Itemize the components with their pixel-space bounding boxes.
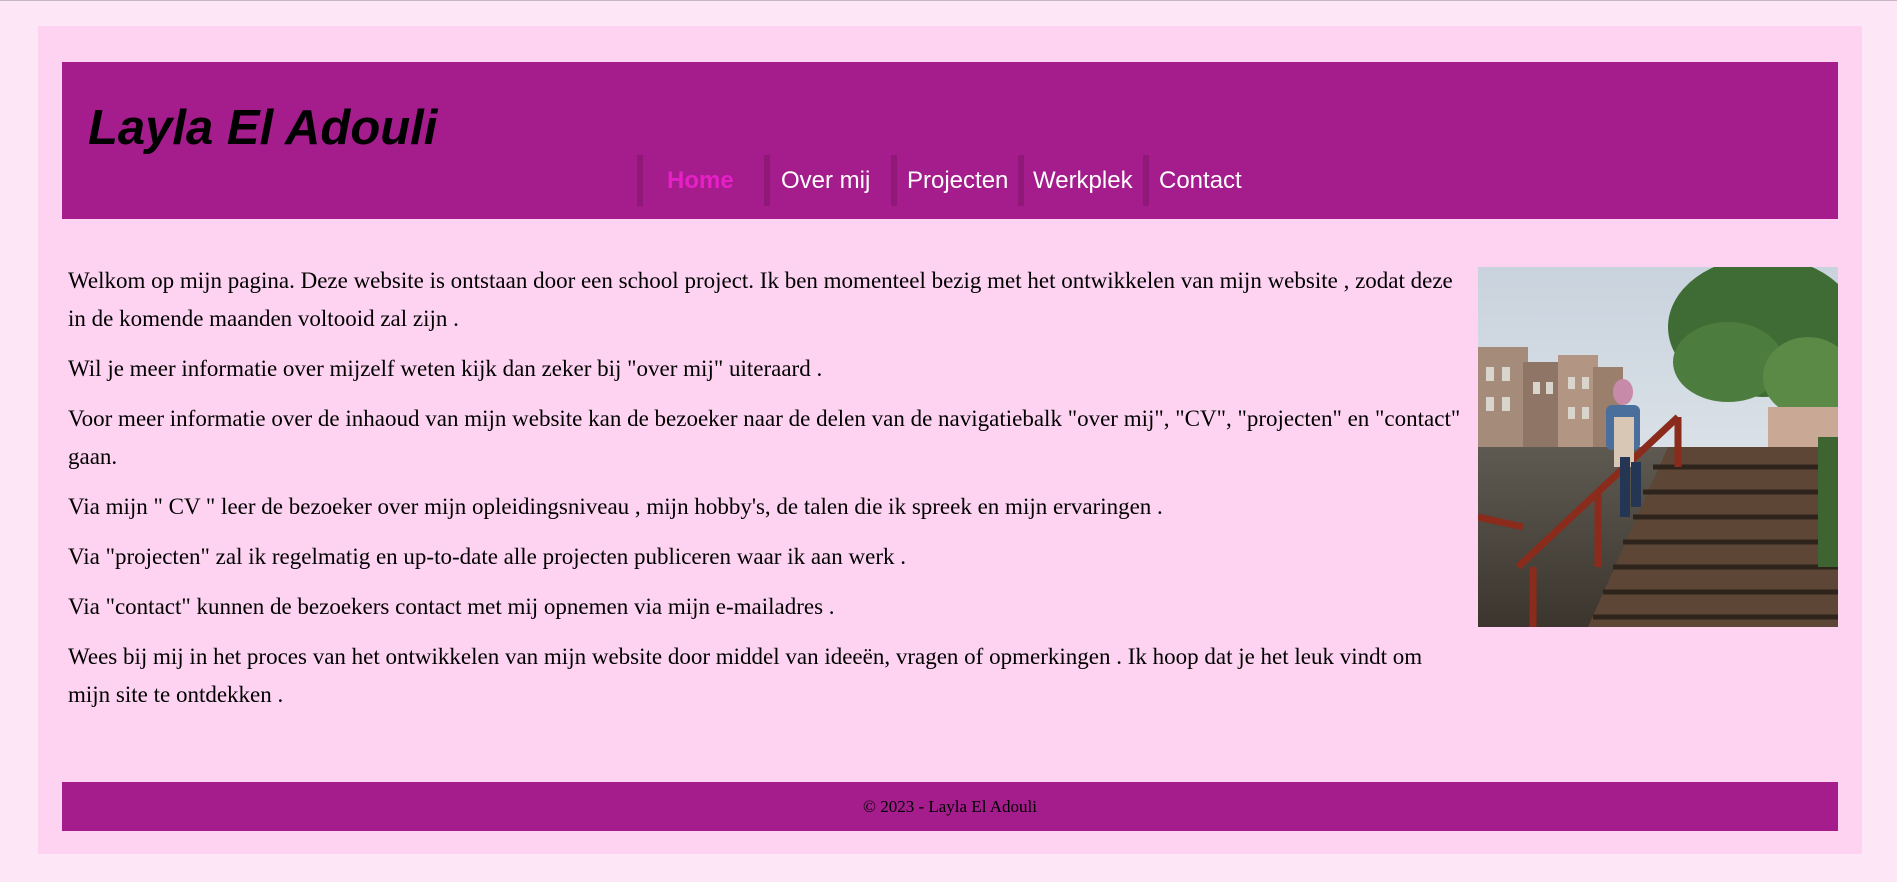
- profile-photo: [1478, 267, 1838, 627]
- nav-separator: [891, 155, 897, 206]
- nav-separator: [637, 155, 643, 206]
- nav-item-werkplek[interactable]: Werkplek: [1033, 155, 1133, 206]
- welcome-paragraph: Welkom op mijn pagina. Deze website is o…: [68, 268, 1453, 331]
- nav-separator: [764, 155, 770, 206]
- top-border: [0, 0, 1897, 1]
- site-footer: © 2023 - Layla El Adouli: [62, 782, 1838, 831]
- closing-paragraph: Wees bij mij in het proces van het ontwi…: [68, 644, 1423, 707]
- nav-item-home[interactable]: Home: [667, 155, 734, 206]
- main-content: Welkom op mijn pagina. Deze website is o…: [68, 262, 1468, 726]
- copyright-text: © 2023 - Layla El Adouli: [863, 797, 1037, 816]
- navigation-info-paragraph: Voor meer informatie over de inhaoud van…: [68, 406, 1461, 469]
- nav-separator: [1143, 155, 1149, 206]
- page-container: Layla El Adouli Home Over mij Projecten …: [38, 26, 1862, 854]
- nav-item-contact[interactable]: Contact: [1159, 155, 1242, 206]
- contact-paragraph: Via "contact" kunnen de bezoekers contac…: [68, 594, 835, 619]
- about-paragraph: Wil je meer informatie over mijzelf wete…: [68, 356, 823, 381]
- nav-separator: [1018, 155, 1024, 206]
- cv-paragraph: Via mijn " CV " leer de bezoeker over mi…: [68, 494, 1163, 519]
- projects-paragraph: Via "projecten" zal ik regelmatig en up-…: [68, 544, 906, 569]
- nav-item-projecten[interactable]: Projecten: [907, 155, 1008, 206]
- site-title: Layla El Adouli: [88, 101, 438, 155]
- nav-item-over-mij[interactable]: Over mij: [781, 155, 870, 206]
- site-header: Layla El Adouli Home Over mij Projecten …: [62, 62, 1838, 219]
